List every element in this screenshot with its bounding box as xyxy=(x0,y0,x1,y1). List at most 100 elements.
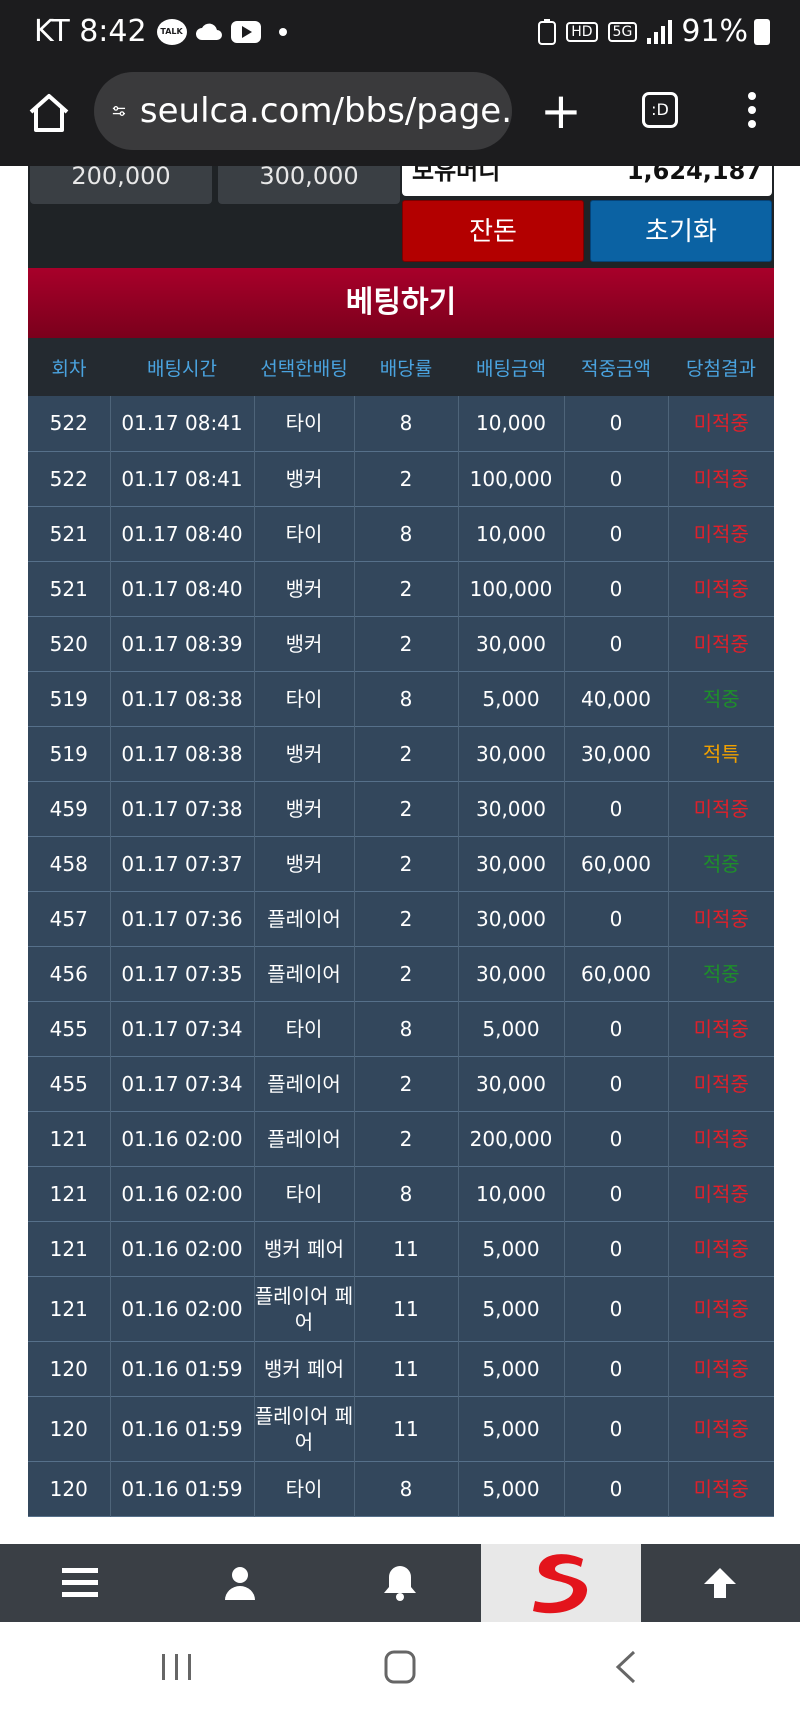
cell-selected-bet: 타이 xyxy=(254,506,355,561)
cell-win-amount: 0 xyxy=(564,1341,669,1396)
site-logo[interactable] xyxy=(481,1544,641,1622)
table-row: 120 01.16 01:59 뱅커 페어 11 5,000 0 미적중 xyxy=(28,1341,774,1396)
balance-button[interactable]: 잔돈 xyxy=(402,200,584,262)
cell-win-amount: 0 xyxy=(564,1111,669,1166)
table-row: 519 01.17 08:38 뱅커 2 30,000 30,000 적특 xyxy=(28,726,774,781)
header-selected-bet: 선택한배팅 xyxy=(260,357,348,380)
cell-odds: 11 xyxy=(354,1221,459,1276)
cell-odds: 8 xyxy=(354,1001,459,1056)
tab-switcher-button[interactable]: :D xyxy=(642,92,678,128)
cell-selected-bet: 타이 xyxy=(254,671,355,726)
cell-bet-amount: 10,000 xyxy=(458,506,565,561)
cell-bet-time: 01.17 08:38 xyxy=(110,726,255,781)
game-panel: 200,000 300,000 보유머니 1,624,187 잔돈 초기화 베팅… xyxy=(28,166,774,1517)
cell-win-amount: 0 xyxy=(564,1001,669,1056)
cell-win-amount: 0 xyxy=(564,561,669,616)
table-row: 457 01.17 07:36 플레이어 2 30,000 0 미적중 xyxy=(28,891,774,946)
cell-selected-bet: 뱅커 xyxy=(254,781,355,836)
cell-bet-time: 01.16 01:59 xyxy=(110,1396,255,1461)
cell-selected-bet: 타이 xyxy=(254,1461,355,1516)
youtube-icon xyxy=(230,20,261,43)
bet-amount-panel: 200,000 300,000 보유머니 1,624,187 잔돈 초기화 xyxy=(28,166,774,268)
table-row: 521 01.17 08:40 타이 8 10,000 0 미적중 xyxy=(28,506,774,561)
cell-win-amount: 60,000 xyxy=(564,836,669,891)
cell-bet-amount: 5,000 xyxy=(458,1341,565,1396)
back-icon[interactable] xyxy=(614,1650,638,1684)
cell-result: 적중 xyxy=(702,961,740,986)
cell-result: 미적중 xyxy=(693,1126,749,1151)
cell-result: 미적중 xyxy=(693,1356,749,1381)
cell-bet-time: 01.17 07:35 xyxy=(110,946,255,1001)
user-icon[interactable] xyxy=(190,1544,290,1622)
cell-result: 적중 xyxy=(702,686,740,711)
cell-bet-time: 01.16 02:00 xyxy=(110,1166,255,1221)
table-row: 522 01.17 08:41 타이 8 10,000 0 미적중 xyxy=(28,396,774,451)
table-row: 121 01.16 02:00 플레이어 2 200,000 0 미적중 xyxy=(28,1111,774,1166)
cell-win-amount: 0 xyxy=(564,891,669,946)
bet-history-table: 회차 배팅시간 선택한배팅 배당률 배팅금액 적중금액 당첨결과 522 01.1… xyxy=(28,338,774,1517)
cell-bet-time: 01.16 01:59 xyxy=(110,1461,255,1516)
chip-200000-button[interactable]: 200,000 xyxy=(30,166,212,204)
menu-icon[interactable] xyxy=(30,1544,130,1622)
status-bar: KT 8:42 TALK HD 5G 91% xyxy=(0,0,800,70)
cell-round: 457 xyxy=(28,891,111,946)
cell-result: 미적중 xyxy=(693,1416,749,1441)
cell-bet-time: 01.17 07:34 xyxy=(110,1001,255,1056)
bottom-navigation xyxy=(0,1544,800,1622)
holding-money-value: 1,624,187 xyxy=(626,166,762,185)
scroll-top-icon[interactable] xyxy=(670,1544,770,1622)
cell-bet-amount: 30,000 xyxy=(458,781,565,836)
cell-selected-bet: 타이 xyxy=(254,1166,355,1221)
home-nav-icon[interactable] xyxy=(384,1650,416,1684)
cell-win-amount: 0 xyxy=(564,1221,669,1276)
cell-bet-amount: 30,000 xyxy=(458,891,565,946)
cell-result: 미적중 xyxy=(693,1236,749,1261)
cell-win-amount: 0 xyxy=(564,1461,669,1516)
network-5g-icon: 5G xyxy=(607,21,638,42)
cell-bet-amount: 100,000 xyxy=(458,561,565,616)
cell-result: 미적중 xyxy=(693,1296,749,1321)
cell-round: 522 xyxy=(28,396,111,451)
cell-bet-amount: 5,000 xyxy=(458,1461,565,1516)
reset-button[interactable]: 초기화 xyxy=(590,200,772,262)
table-row: 455 01.17 07:34 타이 8 5,000 0 미적중 xyxy=(28,1001,774,1056)
cell-win-amount: 0 xyxy=(564,1166,669,1221)
site-settings-icon[interactable] xyxy=(112,98,126,124)
cell-round: 520 xyxy=(28,616,111,671)
table-row: 520 01.17 08:39 뱅커 2 30,000 0 미적중 xyxy=(28,616,774,671)
cell-selected-bet: 플레이어 xyxy=(254,891,355,946)
chip-300000-button[interactable]: 300,000 xyxy=(218,166,400,204)
cell-result: 미적중 xyxy=(693,521,749,546)
bell-icon[interactable] xyxy=(350,1544,450,1622)
cell-selected-bet: 플레이어 페어 xyxy=(254,1276,355,1341)
cell-bet-time: 01.17 07:37 xyxy=(110,836,255,891)
new-tab-icon[interactable]: + xyxy=(540,86,582,136)
holding-money-label: 보유머니 xyxy=(412,166,501,185)
recent-apps-icon[interactable] xyxy=(160,1652,194,1682)
home-icon[interactable] xyxy=(26,90,72,136)
cell-round: 120 xyxy=(28,1396,111,1461)
address-bar[interactable]: seulca.com/bbs/page. xyxy=(94,72,512,150)
cell-win-amount: 0 xyxy=(564,396,669,451)
cell-bet-time: 01.17 07:34 xyxy=(110,1056,255,1111)
cell-result: 미적중 xyxy=(693,1071,749,1096)
cell-result: 적특 xyxy=(702,741,740,766)
header-round: 회차 xyxy=(51,357,87,380)
header-result: 당첨결과 xyxy=(686,357,756,380)
cell-win-amount: 0 xyxy=(564,451,669,506)
cell-bet-time: 01.16 02:00 xyxy=(110,1221,255,1276)
more-menu-icon[interactable] xyxy=(746,92,758,132)
cell-selected-bet: 뱅커 xyxy=(254,451,355,506)
notification-dot-icon xyxy=(278,27,287,36)
cell-result: 미적중 xyxy=(693,1476,749,1501)
cell-odds: 11 xyxy=(354,1396,459,1461)
cell-bet-time: 01.16 02:00 xyxy=(110,1276,255,1341)
cell-odds: 2 xyxy=(354,836,459,891)
cell-selected-bet: 플레이어 xyxy=(254,1111,355,1166)
cell-odds: 2 xyxy=(354,1111,459,1166)
cell-result: 미적중 xyxy=(693,411,749,436)
cell-selected-bet: 플레이어 페어 xyxy=(254,1396,355,1461)
table-row: 121 01.16 02:00 플레이어 페어 11 5,000 0 미적중 xyxy=(28,1276,774,1341)
hd-icon: HD xyxy=(566,21,598,42)
cell-bet-amount: 200,000 xyxy=(458,1111,565,1166)
